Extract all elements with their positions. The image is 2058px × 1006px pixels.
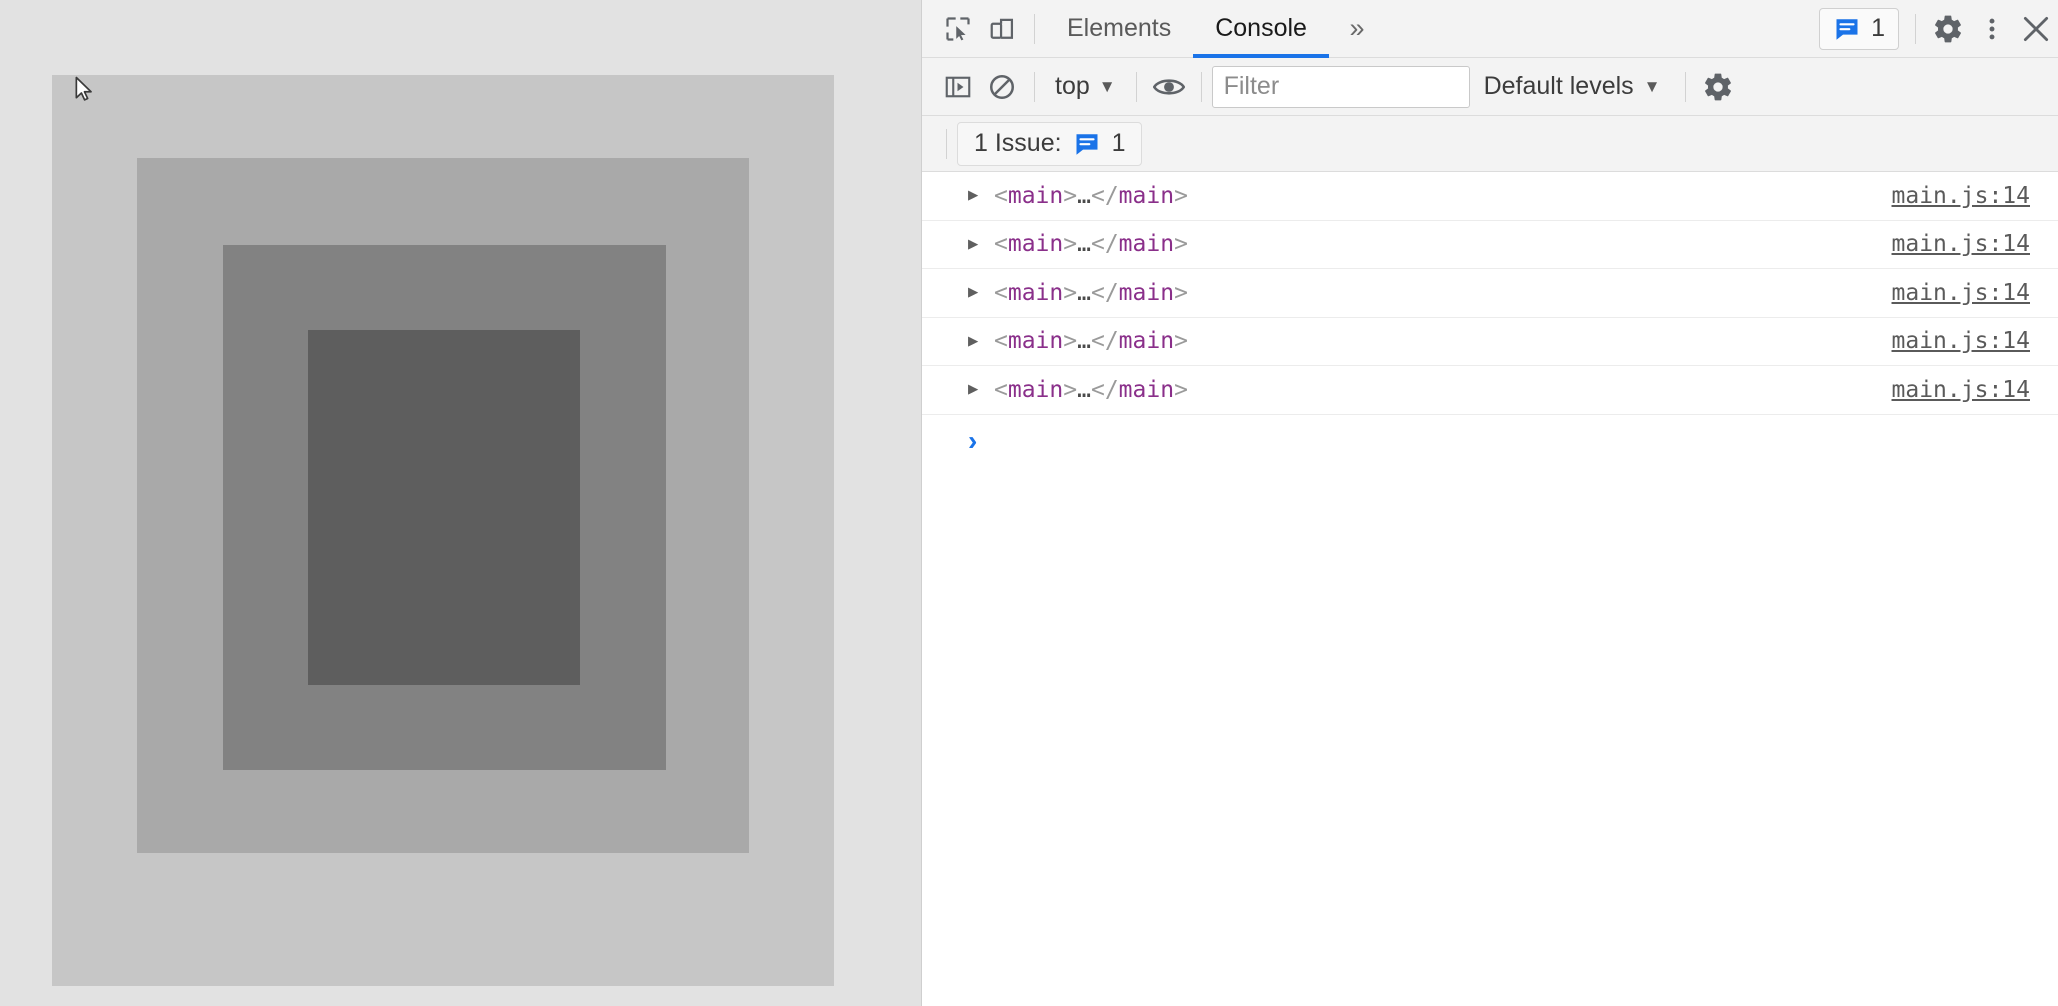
log-levels-label: Default levels (1483, 72, 1634, 100)
console-filter-toolbar: top ▼ Default levels ▼ (922, 58, 2058, 116)
chevron-down-icon: ▼ (1098, 77, 1116, 96)
toolbar-divider (1034, 13, 1035, 44)
console-sidebar-icon[interactable] (936, 65, 980, 109)
tab-elements-label: Elements (1067, 14, 1172, 42)
disclosure-triangle-icon[interactable]: ▶ (968, 187, 988, 204)
tab-console-label: Console (1215, 14, 1307, 42)
console-log-list: ▶ <main>…</main> main.js:14 ▶ <main>…</main>… (922, 172, 2058, 415)
browser-window: Elements Console » 1 top ▼ Filter Defaul… (0, 0, 2058, 1006)
console-log-source-link[interactable]: main.js:14 (1892, 377, 2030, 403)
console-log-row[interactable]: ▶ <main>…</main> main.js:14 (922, 366, 2058, 415)
gear-icon[interactable] (1696, 65, 1740, 109)
execution-context-label: top (1055, 72, 1090, 100)
page-viewport[interactable] (0, 0, 922, 1006)
issue-message-icon (1836, 18, 1858, 40)
disclosure-triangle-icon[interactable]: ▶ (968, 381, 988, 398)
console-output[interactable]: ▶ <main>…</main> main.js:14 ▶ <main>…</main>… (922, 172, 2058, 1006)
console-prompt[interactable]: › (922, 415, 2058, 467)
devtools-panel: Elements Console » 1 top ▼ Filter Defaul… (922, 0, 2058, 1006)
console-log-source-link[interactable]: main.js:14 (1892, 231, 2030, 257)
more-vertical-icon[interactable] (1970, 7, 2014, 51)
console-log-message: <main>…</main> (994, 376, 1188, 403)
console-log-row[interactable]: ▶ <main>…</main> main.js:14 (922, 318, 2058, 366)
console-log-source-link[interactable]: main.js:14 (1892, 328, 2030, 354)
disclosure-triangle-icon[interactable]: ▶ (968, 332, 988, 350)
tab-elements[interactable]: Elements (1045, 0, 1193, 58)
issues-summary-bar: 1 Issue: 1 (922, 116, 2058, 172)
issues-summary-button[interactable]: 1 Issue: 1 (957, 121, 1143, 166)
log-levels-selector[interactable]: Default levels ▼ (1470, 66, 1675, 108)
chevron-down-icon: ▼ (1643, 77, 1661, 96)
issues-summary-count: 1 (1111, 129, 1126, 157)
console-log-source-link[interactable]: main.js:14 (1892, 183, 2030, 209)
devtools-tabstrip: Elements Console » 1 (922, 0, 2058, 58)
console-log-message: <main>…</main> (994, 182, 1188, 209)
console-log-message: <main>…</main> (994, 279, 1188, 306)
tab-console[interactable]: Console (1193, 0, 1329, 58)
issues-count: 1 (1871, 14, 1885, 42)
filterbar-divider-2 (1135, 71, 1137, 102)
console-log-source-link[interactable]: main.js:14 (1892, 280, 2030, 306)
console-log-row[interactable]: ▶ <main>…</main> main.js:14 (922, 221, 2058, 269)
issuesbar-divider (946, 128, 947, 159)
live-expression-icon[interactable] (1147, 65, 1191, 109)
device-toolbar-icon[interactable] (980, 7, 1024, 51)
filterbar-divider-1 (1034, 71, 1035, 102)
filterbar-divider-4 (1684, 71, 1686, 102)
prompt-caret-icon: › (968, 424, 978, 456)
issues-counter-button[interactable]: 1 (1819, 7, 1899, 50)
clear-console-icon[interactable] (980, 65, 1024, 109)
inspect-element-icon[interactable] (936, 7, 980, 51)
close-icon[interactable] (2014, 7, 2058, 51)
console-log-row[interactable]: ▶ <main>…</main> main.js:14 (922, 269, 2058, 318)
filterbar-divider-3 (1200, 71, 1202, 102)
disclosure-triangle-icon[interactable]: ▶ (968, 235, 988, 253)
tabstrip-divider-right (1915, 13, 1916, 44)
gear-icon[interactable] (1926, 7, 1970, 51)
disclosure-triangle-icon[interactable]: ▶ (968, 284, 988, 301)
console-log-row[interactable]: ▶ <main>…</main> main.js:14 (922, 172, 2058, 221)
issue-message-icon (1076, 133, 1098, 155)
more-tabs-label: » (1349, 13, 1365, 43)
console-log-message: <main>…</main> (994, 328, 1188, 355)
box-level-4 (308, 330, 580, 685)
console-log-message: <main>…</main> (994, 231, 1188, 258)
issues-summary-label: 1 Issue: (974, 129, 1062, 157)
chevron-double-right-icon[interactable]: » (1329, 0, 1385, 58)
execution-context-selector[interactable]: top ▼ (1045, 66, 1126, 108)
filter-input[interactable] (1211, 65, 1470, 108)
